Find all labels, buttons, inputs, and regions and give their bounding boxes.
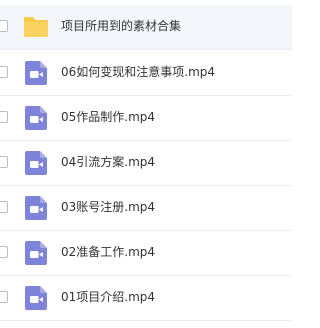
file-list: 项目所用到的素材合集 06如何变现和注意事项.mp4 05作品制作.mp4 04… <box>0 0 292 328</box>
video-file-icon <box>23 195 49 221</box>
row-checkbox[interactable] <box>0 246 8 258</box>
list-item-video[interactable]: 05作品制作.mp4 <box>0 96 292 141</box>
file-name[interactable]: 06如何变现和注意事项.mp4 <box>61 64 215 80</box>
video-file-icon <box>23 150 49 176</box>
list-item-video[interactable]: 04引流方案.mp4 <box>0 141 292 186</box>
video-file-icon <box>23 105 49 131</box>
list-item-video[interactable]: 03账号注册.mp4 <box>0 186 292 231</box>
row-checkbox[interactable] <box>0 291 8 303</box>
file-name[interactable]: 02准备工作.mp4 <box>61 244 155 260</box>
video-file-icon <box>23 240 49 266</box>
video-file-icon <box>23 60 49 86</box>
row-checkbox[interactable] <box>0 201 8 213</box>
row-checkbox[interactable] <box>0 20 8 32</box>
list-item-video[interactable]: 06如何变现和注意事项.mp4 <box>0 51 292 96</box>
list-item-folder[interactable]: 项目所用到的素材合集 <box>0 5 292 50</box>
list-item-video[interactable]: 02准备工作.mp4 <box>0 231 292 276</box>
folder-icon <box>23 14 49 40</box>
row-checkbox[interactable] <box>0 156 8 168</box>
row-checkbox[interactable] <box>0 111 8 123</box>
file-name[interactable]: 01项目介绍.mp4 <box>61 289 155 305</box>
file-name[interactable]: 项目所用到的素材合集 <box>61 18 181 34</box>
row-checkbox[interactable] <box>0 66 8 78</box>
video-file-icon <box>23 285 49 311</box>
file-name[interactable]: 03账号注册.mp4 <box>61 199 155 215</box>
list-item-video[interactable]: 01项目介绍.mp4 <box>0 276 292 321</box>
file-name[interactable]: 05作品制作.mp4 <box>61 109 155 125</box>
file-name[interactable]: 04引流方案.mp4 <box>61 154 155 170</box>
